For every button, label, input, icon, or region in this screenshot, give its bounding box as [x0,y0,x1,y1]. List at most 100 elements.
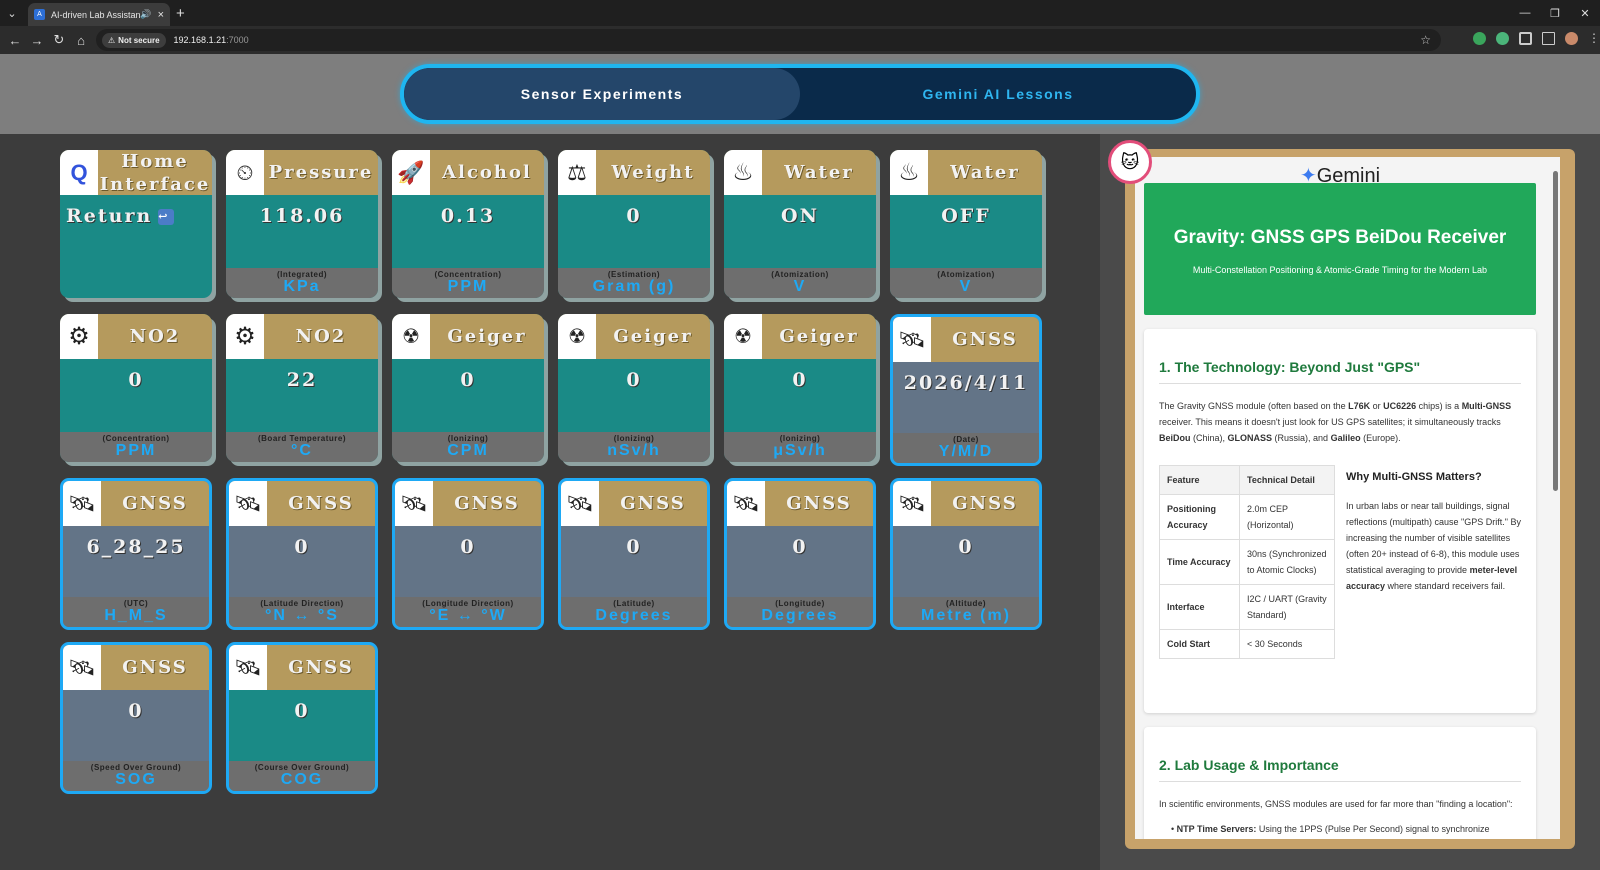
sensor-card[interactable]: 🛰 GNSS 0 (Altitude) Metre (m) [890,478,1042,630]
profile-avatar[interactable] [1565,32,1578,45]
table-cell: Cold Start [1159,629,1240,659]
card-value: 0 [294,536,310,558]
card-value: 0 [128,369,144,391]
card-header: ⚙ NO2 [60,314,212,359]
card-header: 🛰 GNSS [229,481,375,526]
scrollbar-thumb[interactable] [1553,171,1558,491]
qualcomm-logo-icon: Q [60,150,98,195]
tab-sensor-experiments[interactable]: Sensor Experiments [404,68,800,120]
card-value: 0 [792,369,808,391]
not-secure-badge[interactable]: ⚠ Not secure [102,32,166,48]
card-unit: V [793,278,807,295]
card-unit: V [959,278,973,295]
extensions-puzzle-icon[interactable] [1519,32,1532,45]
shield-extension-icon[interactable] [1473,32,1486,45]
lesson-scrollbar[interactable] [1553,161,1558,835]
media-control-icon[interactable] [1542,32,1555,45]
geiger-counter-icon: ☢ [392,314,430,359]
restore-icon[interactable]: ❐ [1540,0,1570,26]
card-header: ☢ Geiger [558,314,710,359]
satellite-icon: 🛰 [395,481,433,526]
card-unit: KPa [283,278,321,295]
sensor-card[interactable]: ☢ Geiger 0 (Ionizing) CPM [392,314,544,462]
card-unit: Gram (g) [592,278,676,295]
card-title: Geiger [779,326,859,347]
why-paragraph: In urban labs or near tall buildings, si… [1346,501,1521,591]
card-unit: PPM [447,278,489,295]
satellite-icon: 🛰 [727,481,765,526]
why-heading: Why Multi-GNSS Matters? [1346,471,1482,483]
card-value: 118.06 [259,205,345,227]
satellite-icon: 🛰 [63,481,101,526]
card-header: 🛰 GNSS [229,645,375,690]
card-unit: Y/M/D [938,443,994,460]
lesson-panel: ✦Gemini Gravity: GNSS GPS BeiDou Receive… [1100,134,1600,870]
table-cell: < 30 Seconds [1239,629,1335,659]
card-title: GNSS [952,329,1018,350]
sensor-card[interactable]: 🛰 GNSS 0 (Longitude Direction) °E ↔ °W [392,478,544,630]
close-window-icon[interactable]: ✕ [1570,0,1600,26]
sensor-card[interactable]: ⚙ NO2 22 (Board Temperature) °C [226,314,378,462]
sensor-card[interactable]: 🛰 GNSS 2026/4/11 (Date) Y/M/D [890,314,1042,466]
forward-icon[interactable]: → [26,33,48,48]
sensor-card[interactable]: Q Home Interface Return ↩ [60,150,212,298]
satellite-icon: 🛰 [229,481,267,526]
new-tab-icon[interactable]: + [176,5,185,22]
card-header: ♨ Water [724,150,876,195]
sensor-card[interactable]: ☢ Geiger 0 (Ionizing) μSv/h [724,314,876,462]
table-header-cell: Feature [1159,465,1240,495]
sensor-card[interactable]: 🛰 GNSS 0 (Longitude) Degrees [724,478,876,630]
table-cell: 30ns (Synchronized to Atomic Clocks) [1239,539,1335,585]
sensor-card[interactable]: 🚀 Alcohol 0.13 (Concentration) PPM [392,150,544,298]
section-1-paragraph: The Gravity GNSS module (often based on … [1159,401,1512,443]
card-value: ON [781,205,819,227]
omnibox[interactable]: ⚠ Not secure 192.168.1.21:7000 ☆ [96,29,1441,51]
sensor-card[interactable]: 🛰 GNSS 0 (Course Over Ground) COG [226,642,378,794]
card-title: Geiger [613,326,693,347]
sensor-card[interactable]: ♨ Water OFF (Atomization) V [890,150,1042,298]
tab-search-icon[interactable]: ⌄ [0,0,24,26]
card-header: 🛰 GNSS [893,481,1039,526]
address-bar-row: ← → ↻ ⌂ ⚠ Not secure 192.168.1.21:7000 ☆ … [0,26,1600,54]
reload-icon[interactable]: ↻ [48,32,70,48]
card-unit: °N ↔ °S [265,607,339,624]
audio-icon[interactable]: 🔊 [140,9,151,20]
table-row: Cold Start < 30 Seconds [1159,629,1335,659]
sensor-card[interactable]: ⏲ Pressure 118.06 (Integrated) KPa [226,150,378,298]
card-title: GNSS [786,493,852,514]
sensor-card[interactable]: ⚙ NO2 0 (Concentration) PPM [60,314,212,462]
minimize-icon[interactable]: — [1510,0,1540,26]
sensor-card[interactable]: 🛰 GNSS 0 (Latitude Direction) °N ↔ °S [226,478,378,630]
card-title: Alcohol [442,162,532,183]
table-cell: 2.0m CEP (Horizontal) [1239,494,1335,540]
tab-close-icon[interactable]: × [158,9,164,21]
home-icon[interactable]: ⌂ [70,33,92,48]
card-value: 0 [294,700,310,722]
table-header-row: Feature Technical Detail [1159,465,1335,495]
sensor-card[interactable]: 🛰 GNSS 0 (Speed Over Ground) SOG [60,642,212,794]
sensor-card[interactable]: ☢ Geiger 0 (Ionizing) nSv/h [558,314,710,462]
url-text[interactable]: 192.168.1.21:7000 [174,35,249,45]
browser-tab[interactable]: A AI-driven Lab Assistant 🔊 × [28,3,170,26]
card-value[interactable]: Return ↩ [60,205,212,227]
sensor-card[interactable]: ⚖ Weight 0 (Estimation) Gram (g) [558,150,710,298]
steam-icon: ♨ [890,150,928,195]
sensor-card[interactable]: ♨ Water ON (Atomization) V [724,150,876,298]
back-icon[interactable]: ← [4,33,26,48]
card-header: ⏲ Pressure [226,150,378,195]
menu-kebab-icon[interactable]: ⋮ [1588,32,1600,45]
tab-gemini-ai-lessons[interactable]: Gemini AI Lessons [800,68,1196,120]
card-value: 0 [460,536,476,558]
bookmark-star-icon[interactable]: ☆ [1420,33,1431,47]
alcohol-sensor-icon: 🚀 [392,150,430,195]
assistant-avatar-icon[interactable]: 🐱 [1108,140,1152,184]
sensor-card[interactable]: 🛰 GNSS 6_28_25 (UTC) H_M_S [60,478,212,630]
sensor-card[interactable]: 🛰 GNSS 0 (Latitude) Degrees [558,478,710,630]
lesson-subtitle: Multi-Constellation Positioning & Atomic… [1192,265,1488,275]
card-title: Home Interface [99,150,211,195]
card-value: 0 [792,536,808,558]
card-title: Geiger [447,326,527,347]
lesson-document[interactable]: ✦Gemini Gravity: GNSS GPS BeiDou Receive… [1135,157,1560,839]
grammar-extension-icon[interactable] [1496,32,1509,45]
return-icon[interactable]: ↩ [158,209,175,225]
